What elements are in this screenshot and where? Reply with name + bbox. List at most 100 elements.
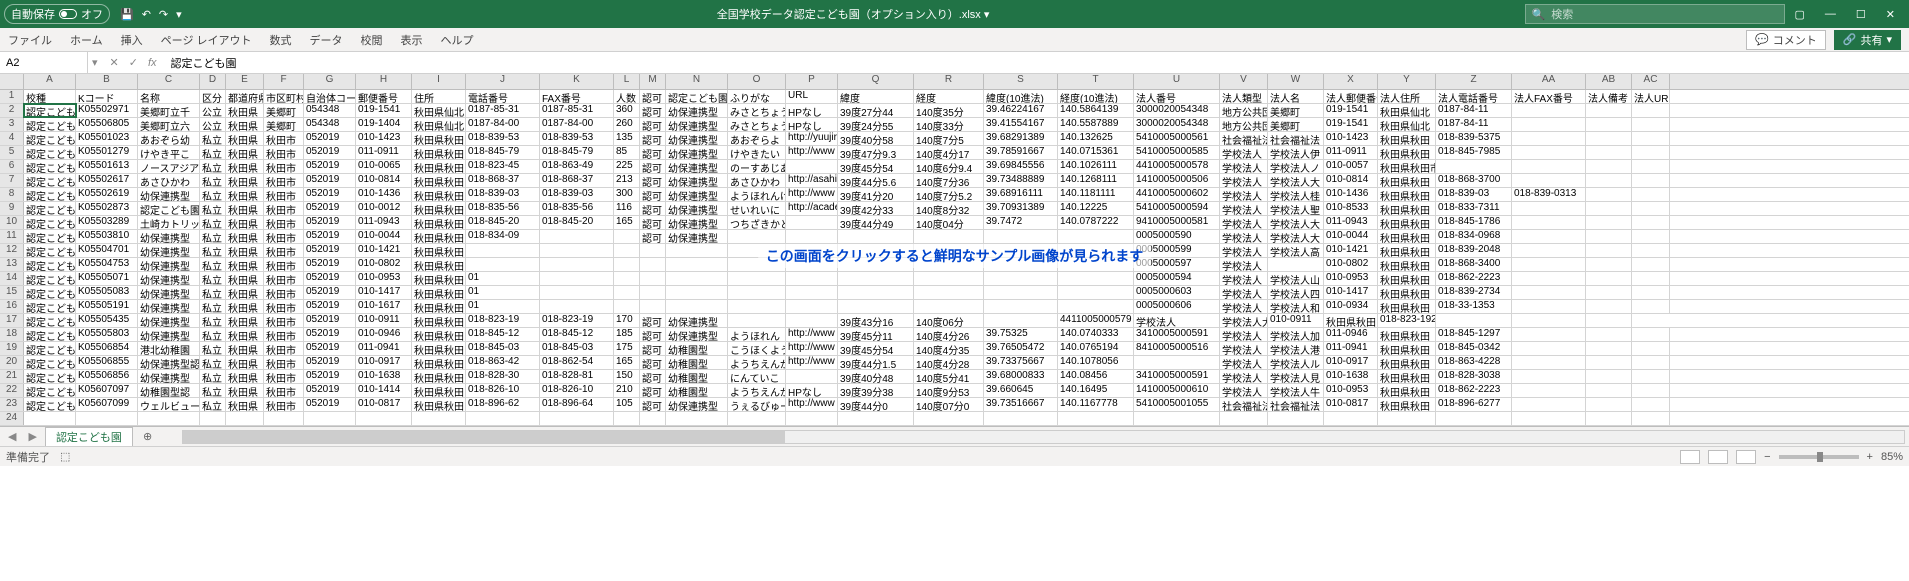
cell[interactable]: 39度45分54: [838, 342, 914, 355]
cell[interactable]: 018-839-2048: [1436, 244, 1512, 257]
cell[interactable]: 052019: [304, 370, 356, 383]
cell[interactable]: [1632, 104, 1670, 117]
cell[interactable]: [1632, 398, 1670, 411]
cell[interactable]: 学校法人: [1220, 230, 1268, 243]
cell[interactable]: 140.0787222: [1058, 216, 1134, 229]
cell[interactable]: 39度44分5.6: [838, 174, 914, 187]
cell[interactable]: [1268, 258, 1324, 271]
cell[interactable]: 39度43分16: [838, 314, 914, 327]
cell[interactable]: 018-839-03: [540, 188, 614, 201]
cell[interactable]: 秋田県秋田: [1378, 370, 1436, 383]
cell[interactable]: [1632, 216, 1670, 229]
cell[interactable]: K05504753: [76, 258, 138, 271]
cell[interactable]: 経度: [914, 90, 984, 103]
cell[interactable]: 018-845-20: [466, 216, 540, 229]
cell[interactable]: 140度5分41: [914, 370, 984, 383]
cell[interactable]: 39.73516667: [984, 398, 1058, 411]
autosave-toggle[interactable]: 自動保存 オフ: [4, 4, 110, 24]
cell[interactable]: 213: [614, 174, 640, 187]
row-header[interactable]: 1: [0, 90, 24, 103]
cell[interactable]: 39度41分20: [838, 188, 914, 201]
cell[interactable]: 39.73375667: [984, 356, 1058, 369]
cell[interactable]: 秋田県秋田: [412, 342, 466, 355]
cell[interactable]: 経度(10進法): [1058, 90, 1134, 103]
cell[interactable]: 秋田県仙北: [412, 118, 466, 131]
cell[interactable]: 052019: [304, 342, 356, 355]
cell[interactable]: [838, 230, 914, 243]
cell[interactable]: 私立: [200, 272, 226, 285]
cell[interactable]: http://www: [786, 356, 838, 369]
cell[interactable]: [1512, 174, 1586, 187]
cell[interactable]: 01: [466, 286, 540, 299]
row-header[interactable]: 20: [0, 356, 24, 369]
cell[interactable]: 010-0934: [1324, 300, 1378, 313]
cell[interactable]: [264, 412, 304, 425]
cell[interactable]: [1512, 160, 1586, 173]
column-header[interactable]: AA: [1512, 74, 1586, 89]
cell[interactable]: [1436, 412, 1512, 425]
cell[interactable]: 052019: [304, 188, 356, 201]
view-break-button[interactable]: [1736, 450, 1756, 464]
cell[interactable]: [1512, 132, 1586, 145]
cell[interactable]: [786, 370, 838, 383]
cell[interactable]: 秋田県: [226, 356, 264, 369]
cell[interactable]: 秋田県秋田: [1378, 244, 1436, 257]
cell[interactable]: 秋田県秋田: [412, 216, 466, 229]
cell[interactable]: 010-0946: [356, 328, 412, 341]
cell[interactable]: 秋田県秋田: [412, 230, 466, 243]
cell[interactable]: 39.68000833: [984, 370, 1058, 383]
cell[interactable]: [914, 230, 984, 243]
cell[interactable]: 019-1541: [1324, 104, 1378, 117]
cell[interactable]: 39度47分9.3: [838, 146, 914, 159]
cell[interactable]: URL: [786, 90, 838, 103]
cell[interactable]: 140.08456: [1058, 370, 1134, 383]
cell[interactable]: 美郷町立六: [138, 118, 200, 131]
cell[interactable]: 幼稚園型: [666, 356, 728, 369]
cell[interactable]: [540, 412, 614, 425]
cell[interactable]: [1436, 314, 1512, 327]
cell[interactable]: 認可: [640, 202, 666, 215]
cell[interactable]: 018-845-20: [540, 216, 614, 229]
cell[interactable]: 幼保連携型: [666, 328, 728, 341]
cell[interactable]: 140.132625: [1058, 132, 1134, 145]
cell[interactable]: 052019: [304, 328, 356, 341]
cell[interactable]: 秋田県秋田: [1378, 216, 1436, 229]
cell[interactable]: K05607097: [76, 384, 138, 397]
cell[interactable]: 360: [614, 104, 640, 117]
cell[interactable]: [1058, 300, 1134, 313]
cell[interactable]: 学校法人: [1220, 328, 1268, 341]
cell[interactable]: K05501023: [76, 132, 138, 145]
cell[interactable]: http://www: [786, 398, 838, 411]
cell[interactable]: [728, 272, 786, 285]
row-header[interactable]: 13: [0, 258, 24, 271]
cell[interactable]: 幼稚園型認: [138, 384, 200, 397]
cell[interactable]: 3000020054348: [1134, 118, 1220, 131]
cell[interactable]: 秋田県: [226, 230, 264, 243]
cell[interactable]: [640, 258, 666, 271]
cell[interactable]: 052019: [304, 258, 356, 271]
maximize-icon[interactable]: ☐: [1856, 8, 1866, 21]
cell[interactable]: 39度44分49: [838, 216, 914, 229]
cell[interactable]: 秋田市: [264, 146, 304, 159]
cell[interactable]: 秋田市: [264, 314, 304, 327]
cell[interactable]: 法人名: [1268, 90, 1324, 103]
add-sheet-button[interactable]: ⊕: [137, 430, 158, 443]
cell[interactable]: [984, 314, 1058, 327]
column-header[interactable]: X: [1324, 74, 1378, 89]
cell[interactable]: 018-845-1786: [1436, 216, 1512, 229]
cell[interactable]: 秋田県秋田: [412, 286, 466, 299]
cell[interactable]: 幼保連携型認: [138, 356, 200, 369]
cell[interactable]: [614, 244, 640, 257]
cell[interactable]: [540, 258, 614, 271]
cell[interactable]: [1586, 300, 1632, 313]
cell[interactable]: 010-0012: [356, 202, 412, 215]
cell[interactable]: 秋田県秋田: [412, 272, 466, 285]
cell[interactable]: 5410005000585: [1134, 146, 1220, 159]
cell[interactable]: 010-0802: [356, 258, 412, 271]
cell[interactable]: 学校法人: [1220, 216, 1268, 229]
cell[interactable]: 幼保連携型: [138, 286, 200, 299]
cell[interactable]: 010-0953: [356, 272, 412, 285]
cell[interactable]: 秋田市: [264, 216, 304, 229]
cell[interactable]: 美郷町立千: [138, 104, 200, 117]
cell[interactable]: 018-828-81: [540, 370, 614, 383]
